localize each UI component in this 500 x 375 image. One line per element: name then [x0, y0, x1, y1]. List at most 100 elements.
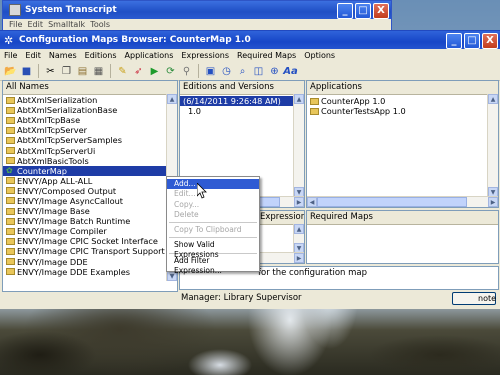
folder-icon	[6, 177, 15, 185]
names-list-item[interactable]: AbtXmlTcpServerSamples	[3, 135, 177, 145]
names-list-item[interactable]: ENVY/Image CPIC Socket Interface	[3, 236, 177, 246]
save-icon[interactable]: ■	[20, 65, 33, 78]
names-list-item-label: ENVY/Image CPIC Transport Support	[17, 246, 165, 257]
transcript-menu-tools[interactable]: Tools	[90, 20, 110, 29]
edition-item[interactable]: (6/14/2011 9:26:48 AM)	[180, 96, 304, 107]
edition-item[interactable]: 1.0	[180, 106, 304, 116]
transcript-menu-file[interactable]: File	[9, 20, 22, 29]
names-list-item[interactable]: AbtXmlTcpBase	[3, 115, 177, 125]
notes-button[interactable]: note	[452, 292, 496, 305]
names-list-item[interactable]: ENVY/App ALL-ALL	[3, 176, 177, 186]
scroll-left-arrow-icon[interactable]: ◀	[307, 197, 317, 207]
scroll-up-arrow-icon[interactable]: ▲	[294, 224, 304, 234]
names-list-item[interactable]: AbtXmlTcpServer	[3, 125, 177, 135]
names-list-item[interactable]: ✿ CounterMap	[3, 165, 177, 176]
context-menu-item-show-valid-expressions[interactable]: Show Valid Expressions	[167, 240, 259, 259]
folder-icon	[6, 116, 15, 124]
map-leaf-icon: ✿	[6, 165, 13, 175]
context-menu-item-add[interactable]: Add...	[167, 179, 259, 190]
folder-icon	[6, 106, 15, 114]
inspect-icon[interactable]: ⚲	[180, 65, 193, 78]
minimize-button[interactable]: _	[446, 33, 462, 49]
cut-icon[interactable]: ✂	[44, 65, 57, 78]
menu-file[interactable]: File	[4, 51, 17, 60]
transcript-close-button[interactable]: X	[373, 3, 389, 19]
names-pane[interactable]: All Names AbtXmlSerialization AbtXmlSeria…	[2, 80, 178, 292]
mark-icon[interactable]: ◫	[252, 65, 265, 78]
folder-icon	[6, 187, 15, 195]
menu-edit[interactable]: Edit	[25, 51, 41, 60]
applications-horizontal-scrollbar[interactable]: ◀ ▶	[307, 196, 498, 207]
run-icon[interactable]: ▶	[148, 65, 161, 78]
folder-icon	[310, 107, 319, 115]
transcript-minimize-button[interactable]: _	[337, 3, 353, 19]
names-list-item[interactable]: ENVY/Image Compiler	[3, 226, 177, 236]
applications-vertical-scrollbar[interactable]: ▲ ▼	[487, 94, 498, 197]
names-list-item[interactable]: ENVY/Image DDE Examples	[3, 267, 177, 277]
names-list-item[interactable]: ENVY/Image CPIC Transport Support	[3, 246, 177, 256]
menu-names[interactable]: Names	[49, 51, 77, 60]
context-menu-item-edit: Edit...	[174, 189, 196, 199]
notes-text: for the configuration map	[258, 268, 367, 278]
folder-icon	[6, 96, 15, 104]
refresh-icon[interactable]: ▦	[92, 65, 105, 78]
desktop-wallpaper-detail	[0, 305, 500, 375]
applications-pane-header: Applications	[307, 81, 498, 95]
applications-pane[interactable]: Applications CounterApp 1.0 CounterTests…	[306, 80, 499, 208]
folder-icon	[6, 157, 15, 165]
window-titlebar[interactable]: ✲ Configuration Maps Browser: CounterMap…	[0, 31, 500, 49]
text-style-icon[interactable]: Aa	[283, 65, 298, 78]
names-list-item-label: AbtXmlBasicTools	[17, 155, 89, 166]
lookup-icon[interactable]: ⌕	[236, 65, 249, 78]
names-list-item[interactable]: AbtXmlSerialization	[3, 95, 177, 105]
transcript-maximize-button[interactable]: □	[355, 3, 371, 19]
transcript-menu-edit[interactable]: Edit	[27, 20, 43, 29]
scroll-right-arrow-icon[interactable]: ▶	[294, 197, 304, 207]
context-menu-separator	[169, 222, 257, 224]
names-list-item[interactable]: ENVY/Image DDE	[3, 257, 177, 267]
edition-item-label: (6/14/2011 9:26:48 AM)	[183, 96, 281, 107]
expressions-vertical-scrollbar[interactable]: ▲ ▼	[293, 224, 304, 253]
editions-vertical-scrollbar[interactable]: ▲ ▼	[293, 94, 304, 197]
system-transcript-titlebar[interactable]: System Transcript _ □ X	[3, 1, 391, 19]
scroll-right-arrow-icon[interactable]: ▶	[488, 197, 498, 207]
browse-icon[interactable]: ➶	[132, 65, 145, 78]
close-button[interactable]: X	[482, 33, 498, 49]
folder-icon	[6, 136, 15, 144]
menu-applications[interactable]: Applications	[125, 51, 174, 60]
folder-icon	[6, 247, 15, 255]
application-item[interactable]: CounterTestsApp 1.0	[307, 106, 498, 116]
names-list-item[interactable]: ENVY/Composed Output	[3, 186, 177, 196]
debug-icon[interactable]: ⟳	[164, 65, 177, 78]
scroll-up-arrow-icon[interactable]: ▲	[294, 94, 304, 104]
copy-icon[interactable]: ❐	[60, 65, 73, 78]
names-list-item[interactable]: ENVY/Image Batch Runtime	[3, 216, 177, 226]
zoom-icon[interactable]: ⊕	[268, 65, 281, 78]
names-list-item-label: ENVY/Composed Output	[17, 185, 117, 196]
scroll-right-arrow-icon[interactable]: ▶	[294, 253, 304, 263]
editions-pane-header: Editions and Versions	[180, 81, 304, 95]
names-list-item[interactable]: ENVY/Image Base	[3, 206, 177, 216]
names-list-item[interactable]: ENVY/Image AsyncCallout	[3, 196, 177, 206]
names-list-item[interactable]: AbtXmlBasicTools	[3, 156, 177, 166]
load-icon[interactable]: ▣	[204, 65, 217, 78]
paste-icon[interactable]: ▤	[76, 65, 89, 78]
application-item[interactable]: CounterApp 1.0	[307, 96, 498, 106]
scroll-up-arrow-icon[interactable]: ▲	[488, 94, 498, 104]
system-transcript-window[interactable]: System Transcript _ □ X File Edit Smallt…	[2, 0, 392, 32]
transcript-menu-smalltalk[interactable]: Smalltalk	[48, 20, 85, 29]
maximize-button[interactable]: □	[464, 33, 480, 49]
names-list-item[interactable]: AbtXmlTcpServerUi	[3, 145, 177, 156]
history-icon[interactable]: ◷	[220, 65, 233, 78]
menu-expressions[interactable]: Expressions	[181, 51, 229, 60]
menu-required-maps[interactable]: Required Maps	[237, 51, 296, 60]
names-list-item[interactable]: AbtXmlSerializationBase	[3, 105, 177, 115]
menu-editions[interactable]: Editions	[85, 51, 117, 60]
scroll-thumb[interactable]	[317, 197, 467, 207]
required-maps-pane[interactable]: Required Maps	[306, 210, 499, 264]
folder-icon	[6, 258, 15, 266]
menu-options[interactable]: Options	[304, 51, 335, 60]
edit-icon[interactable]: ✎	[116, 65, 129, 78]
scroll-up-arrow-icon[interactable]: ▲	[167, 94, 177, 104]
open-icon[interactable]: 📂	[4, 65, 17, 78]
